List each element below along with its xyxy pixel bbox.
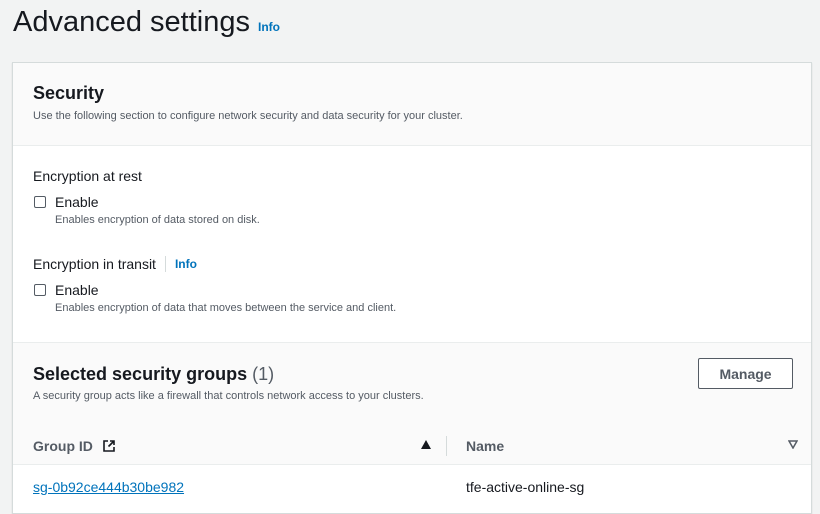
sort-ascending-icon[interactable]	[421, 440, 431, 452]
encryption-at-rest-description: Enables encryption of data stored on dis…	[55, 214, 260, 226]
group-id-link[interactable]: sg-0b92ce444b30be982	[33, 479, 184, 495]
group-name: tfe-active-online-sg	[466, 479, 585, 495]
encryption-in-transit-info-link[interactable]: Info	[175, 257, 197, 271]
encryption-in-transit-enable-label[interactable]: Enable	[55, 282, 99, 298]
column-header-group-id-label: Group ID	[33, 437, 93, 454]
encryption-at-rest-label: Encryption at rest	[33, 168, 142, 184]
encryption-in-transit-label: Encryption in transit Info	[33, 256, 197, 272]
settings-card: Security Use the following section to co…	[12, 62, 812, 514]
external-link-icon	[102, 439, 116, 453]
page-title-text: Advanced settings	[13, 6, 250, 38]
encryption-at-rest-enable-label[interactable]: Enable	[55, 194, 99, 210]
encryption-in-transit-description: Enables encryption of data that moves be…	[55, 302, 397, 314]
label-separator	[164, 256, 166, 272]
security-title: Security	[33, 83, 105, 103]
security-description: Use the following section to configure n…	[33, 110, 463, 122]
security-groups-count: (1)	[252, 364, 275, 384]
table-row: sg-0b92ce444b30be982 tfe-active-online-s…	[13, 465, 811, 509]
manage-button[interactable]: Manage	[698, 358, 793, 389]
encryption-in-transit-checkbox[interactable]	[34, 284, 46, 296]
page-info-link[interactable]: Info	[258, 20, 280, 34]
security-groups-title: Selected security groups (1)	[33, 364, 274, 385]
column-header-name-label: Name	[466, 437, 505, 454]
encryption-in-transit-label-text: Encryption in transit	[33, 256, 156, 272]
column-header-group-id[interactable]: Group ID	[33, 426, 443, 465]
page-title: Advanced settings Info	[13, 6, 280, 39]
column-divider	[446, 436, 447, 456]
security-groups-title-text: Selected security groups	[33, 364, 248, 384]
security-groups-header: Selected security groups (1) A security …	[13, 342, 811, 426]
security-groups-description: A security group acts like a firewall th…	[33, 390, 424, 402]
column-header-name[interactable]: Name	[466, 426, 801, 465]
encryption-at-rest-label-text: Encryption at rest	[33, 168, 142, 184]
encryption-at-rest-checkbox[interactable]	[34, 196, 46, 208]
table-header-row: Group ID Name	[13, 426, 811, 465]
sort-descending-icon[interactable]	[787, 440, 799, 452]
security-section-header: Security Use the following section to co…	[13, 63, 811, 146]
